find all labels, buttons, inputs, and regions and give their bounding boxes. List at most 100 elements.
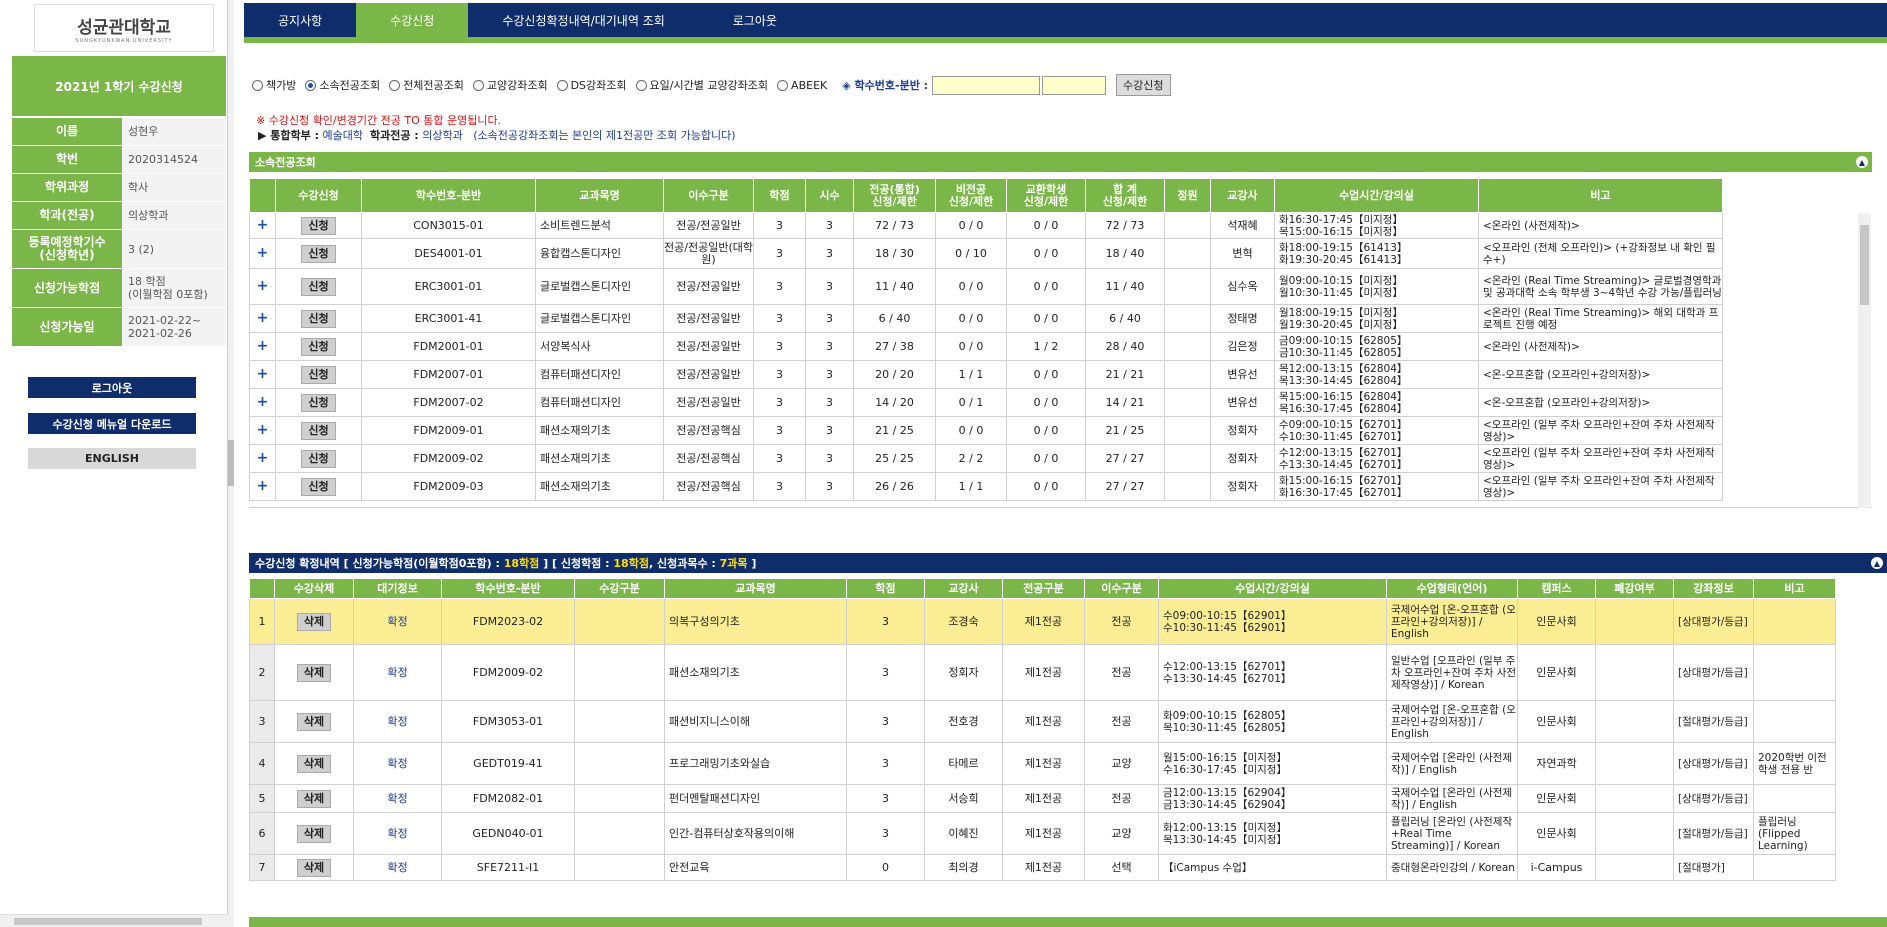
radio-icon[interactable] bbox=[472, 79, 484, 91]
collapse-icon[interactable]: ▲ bbox=[1871, 557, 1883, 569]
course-credit: 3 bbox=[753, 212, 806, 239]
apply-button[interactable]: 신청 bbox=[301, 216, 336, 235]
nonmajor-enrollment: 0 / 10 bbox=[935, 238, 1007, 269]
radio-icon[interactable] bbox=[252, 79, 263, 91]
major-enrollment: 27 / 38 bbox=[853, 332, 936, 361]
sidebar-vertical-scrollbar[interactable] bbox=[228, 0, 234, 927]
apply-button[interactable]: 신청 bbox=[301, 449, 336, 468]
english-button[interactable]: ENGLISH bbox=[28, 448, 196, 469]
closed-status bbox=[1595, 854, 1674, 881]
apply-button[interactable]: 신청 bbox=[301, 309, 336, 328]
course-info: [절대평가/등급] bbox=[1673, 812, 1754, 855]
semester-title: 2021년 1학기 수강신청 bbox=[12, 56, 226, 116]
course-professor: 변유선 bbox=[1210, 360, 1275, 389]
scroll-thumb[interactable] bbox=[14, 918, 202, 925]
apply-course-button[interactable]: 수강신청 bbox=[1116, 74, 1171, 96]
apply-cell: 신청 bbox=[275, 238, 362, 269]
plus-icon[interactable]: + bbox=[257, 394, 269, 410]
apply-button[interactable]: 신청 bbox=[301, 393, 336, 412]
plus-icon[interactable]: + bbox=[257, 217, 269, 233]
course-code-input[interactable] bbox=[932, 75, 1041, 95]
course-name: 패션소재의기초 bbox=[535, 444, 664, 473]
scroll-thumb[interactable] bbox=[1860, 225, 1869, 305]
filter-radio[interactable]: 요일/시간별 교양강좌조회 bbox=[635, 77, 768, 93]
course-type: 선택 bbox=[1084, 854, 1159, 881]
course-hours: 3 bbox=[805, 444, 854, 473]
notice-text: ※ 수강신청 확인/변경기간 전공 TO 통합 운영됩니다. bbox=[256, 114, 502, 127]
delete-button[interactable]: 삭제 bbox=[296, 712, 332, 731]
nav-tab[interactable]: 로그아웃 bbox=[699, 3, 811, 37]
wait-status: 확정 bbox=[353, 854, 442, 881]
delete-button[interactable]: 삭제 bbox=[296, 789, 332, 808]
course-table-scrollbar[interactable] bbox=[1858, 213, 1871, 508]
radio-icon[interactable] bbox=[556, 79, 568, 91]
course-time: 수12:00-13:15【62701】 수13:30-14:45【62701】 bbox=[1274, 444, 1479, 473]
nav-tab[interactable]: 공지사항 bbox=[244, 3, 356, 37]
apply-cell: 신청 bbox=[275, 304, 362, 333]
university-logo[interactable]: 성균관대학교 SUNGKYUNKWAN UNIVERSITY bbox=[34, 4, 214, 52]
plus-icon[interactable]: + bbox=[257, 366, 269, 382]
apply-button[interactable]: 신청 bbox=[301, 244, 336, 263]
delete-button[interactable]: 삭제 bbox=[296, 612, 332, 631]
apply-cell: 신청 bbox=[275, 472, 362, 501]
delete-button[interactable]: 삭제 bbox=[296, 754, 332, 773]
exchange-enrollment: 0 / 0 bbox=[1006, 472, 1086, 501]
filter-radio[interactable]: DS강좌조회 bbox=[556, 77, 627, 93]
sidebar-horizontal-scrollbar[interactable] bbox=[0, 914, 228, 927]
course-type: 전공/전공일반 bbox=[663, 360, 754, 389]
delete-cell: 삭제 bbox=[274, 742, 354, 785]
scroll-thumb[interactable] bbox=[228, 440, 234, 486]
filter-radio[interactable]: 전체전공조회 bbox=[389, 77, 464, 93]
apply-button[interactable]: 신청 bbox=[301, 277, 336, 296]
column-header: 비전공 신청/제한 bbox=[935, 178, 1007, 213]
apply-button[interactable]: 신청 bbox=[301, 365, 336, 384]
plus-icon[interactable]: + bbox=[257, 310, 269, 326]
nav-tab[interactable]: 수강신청 bbox=[356, 3, 469, 37]
manual-download-button[interactable]: 수강신청 메뉴얼 다운로드 bbox=[28, 413, 196, 434]
filter-radio[interactable]: 소속전공조회 bbox=[305, 77, 380, 93]
course-professor: 변혁 bbox=[1210, 238, 1275, 269]
delete-button[interactable]: 삭제 bbox=[296, 858, 332, 877]
nav-tab[interactable]: 수강신청확정내역/대기내역 조회 bbox=[468, 3, 698, 37]
section-input[interactable] bbox=[1042, 75, 1107, 95]
apply-button[interactable]: 신청 bbox=[301, 421, 336, 440]
apply-button[interactable]: 신청 bbox=[301, 337, 336, 356]
course-name: 글로벌캡스톤디자인 bbox=[535, 268, 664, 305]
course-hours: 3 bbox=[805, 472, 854, 501]
row-number: 4 bbox=[249, 742, 275, 785]
confirmed-table-header: 수강삭제 대기정보 학수번호-분반 수강구분 교과목명 학점 교강사 전공구분 이수구분 수업시간… bbox=[249, 578, 1836, 599]
confirmed-title-end: ] bbox=[751, 556, 757, 570]
collapse-icon[interactable]: ▲ bbox=[1856, 156, 1868, 168]
dept-prefix: 학과전공 : bbox=[369, 129, 419, 142]
filter-radio[interactable]: ABEEK bbox=[777, 77, 827, 93]
radio-icon[interactable] bbox=[635, 79, 647, 91]
course-row: + 신청 ERC3001-01 글로벌캡스톤디자인 전공/전공일반 3 3 11 / 40 0 … bbox=[249, 268, 1723, 305]
plus-icon[interactable]: + bbox=[257, 338, 269, 354]
course-time: 월15:00-16:15【미지정】 수16:30-17:45【미지정】 bbox=[1158, 742, 1387, 785]
apply-button[interactable]: 신청 bbox=[301, 477, 336, 496]
top-navigation: 공지사항 수강신청 수강신청확정내역/대기내역 조회 로그아웃 bbox=[244, 3, 1887, 43]
total-enrollment: 21 / 21 bbox=[1085, 360, 1165, 389]
school-name: 예술대학 bbox=[322, 129, 363, 142]
filter-radio[interactable]: 책가방 bbox=[252, 77, 296, 93]
course-credit: 3 bbox=[846, 700, 925, 743]
radio-icon[interactable] bbox=[389, 79, 401, 91]
delete-button[interactable]: 삭제 bbox=[296, 663, 332, 682]
delete-cell: 삭제 bbox=[274, 854, 354, 881]
course-note: <온-오프혼합 (오프라인+강의저장)> bbox=[1478, 388, 1723, 417]
radio-icon[interactable] bbox=[777, 79, 789, 91]
plus-icon[interactable]: + bbox=[257, 478, 269, 494]
radio-icon[interactable] bbox=[305, 79, 317, 91]
plus-icon[interactable]: + bbox=[257, 422, 269, 438]
column-header: 대기정보 bbox=[353, 578, 442, 599]
delete-button[interactable]: 삭제 bbox=[296, 824, 332, 843]
filter-radio[interactable]: 교양강좌조회 bbox=[472, 77, 548, 93]
logout-button[interactable]: 로그아웃 bbox=[28, 377, 196, 398]
plus-icon[interactable]: + bbox=[257, 245, 269, 261]
plus-icon[interactable]: + bbox=[257, 450, 269, 466]
column-header bbox=[249, 178, 276, 213]
confirmed-table-wrapper: 수강삭제 대기정보 학수번호-분반 수강구분 교과목명 학점 교강사 전공구분 이수구분 수업시간… bbox=[249, 578, 1887, 881]
course-hours: 3 bbox=[805, 332, 854, 361]
course-name: 융합캡스톤디자인 bbox=[535, 238, 664, 269]
plus-icon[interactable]: + bbox=[257, 278, 269, 294]
